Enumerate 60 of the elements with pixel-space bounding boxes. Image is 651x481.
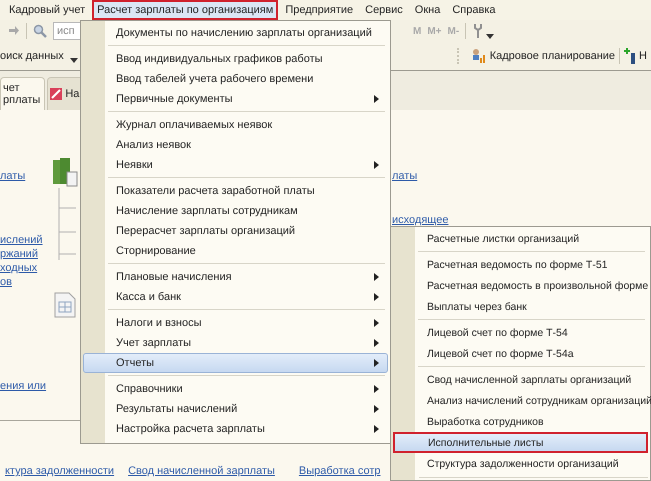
menu-item[interactable]: Выработка сотрудников [393,411,648,432]
menu-item[interactable]: Перерасчет зарплаты организаций [83,221,388,241]
tab-label: На [65,88,80,100]
menu-item[interactable]: Результаты начислений [83,399,388,419]
link[interactable]: ктура задолженности [5,465,114,477]
submenu-arrow-icon [374,293,379,301]
submenu-arrow-icon [374,272,379,280]
dropdown-arrow-icon[interactable] [486,34,494,38]
link[interactable]: латы [0,170,52,182]
menu-item[interactable]: Начисление зарплаты сотрудникам [83,201,388,221]
menu-bar-item[interactable]: Предприятие [280,0,358,20]
menu-item[interactable]: Структура задолженности организаций [393,453,648,474]
menu-bar-item[interactable]: Сервис [360,0,408,20]
menu-item[interactable]: Исполнительные листы [393,432,648,453]
tab-icon [50,88,62,100]
forward-arrow-icon[interactable] [8,25,20,37]
tab[interactable]: чет рплаты [0,77,46,110]
link[interactable]: ения или [0,380,52,392]
menu-item[interactable]: Отчеты [83,353,388,373]
books-icon [52,158,78,188]
submenu-arrow-icon [374,359,379,367]
dropdown-arrow-icon[interactable] [70,58,78,62]
menu-item[interactable]: Выплаты через банк [393,296,648,317]
menu-item[interactable]: Ввод табелей учета рабочего времени [83,69,388,89]
link[interactable]: ов [0,276,52,288]
people-chart-icon [470,48,487,64]
submenu-arrow-icon [374,161,379,169]
link[interactable]: ходных [0,262,52,274]
submenu-arrow-icon [374,405,379,413]
menu-item[interactable]: Лицевой счет по форме Т-54а [393,343,648,364]
link[interactable]: латы [392,170,448,182]
submenu-arrow-icon [374,425,379,433]
submenu-arrow-icon [374,384,379,392]
menu-item[interactable]: Первичные документы [83,89,388,109]
add-button[interactable]: Н [620,48,651,64]
menu-bar-item[interactable]: Кадровый учет [4,0,90,20]
menu-bar-item[interactable]: Окна [410,0,446,20]
menu-item[interactable]: Сторнирование [83,241,388,261]
menu-item[interactable]: Анализ неявок [83,135,388,155]
link[interactable]: исходящее [392,214,448,226]
search-label: оиск данных [0,50,64,62]
link[interactable]: ислений [0,234,52,246]
menu-item[interactable]: Расчетные листки организаций [393,228,648,249]
submenu-arrow-icon [374,95,379,103]
menu-item[interactable]: Расчетная ведомость в произвольной форме [393,275,648,296]
search-icon[interactable] [33,24,47,38]
link[interactable]: Выработка сотр [298,465,380,477]
menu-item[interactable]: Касса и банк [83,287,388,307]
submenu-arrow-icon [374,318,379,326]
link[interactable]: Свод начисленной зарплаты [128,465,275,477]
tab-label: чет рплаты [3,82,40,106]
menu-item[interactable]: Неявки [83,155,388,175]
planning-button[interactable]: Кадровое планирование [466,48,620,64]
menu-bar-item[interactable]: Расчет зарплаты по организациям [92,0,278,20]
link[interactable]: ржаний [0,248,52,260]
menu-bar-item[interactable]: Справка [447,0,501,20]
menu-item[interactable]: Настройка расчета зарплаты [83,419,388,439]
menu-item[interactable]: Учет зарплаты [83,333,388,353]
submenu-arrow-icon [374,339,379,347]
document-icon [54,292,76,318]
